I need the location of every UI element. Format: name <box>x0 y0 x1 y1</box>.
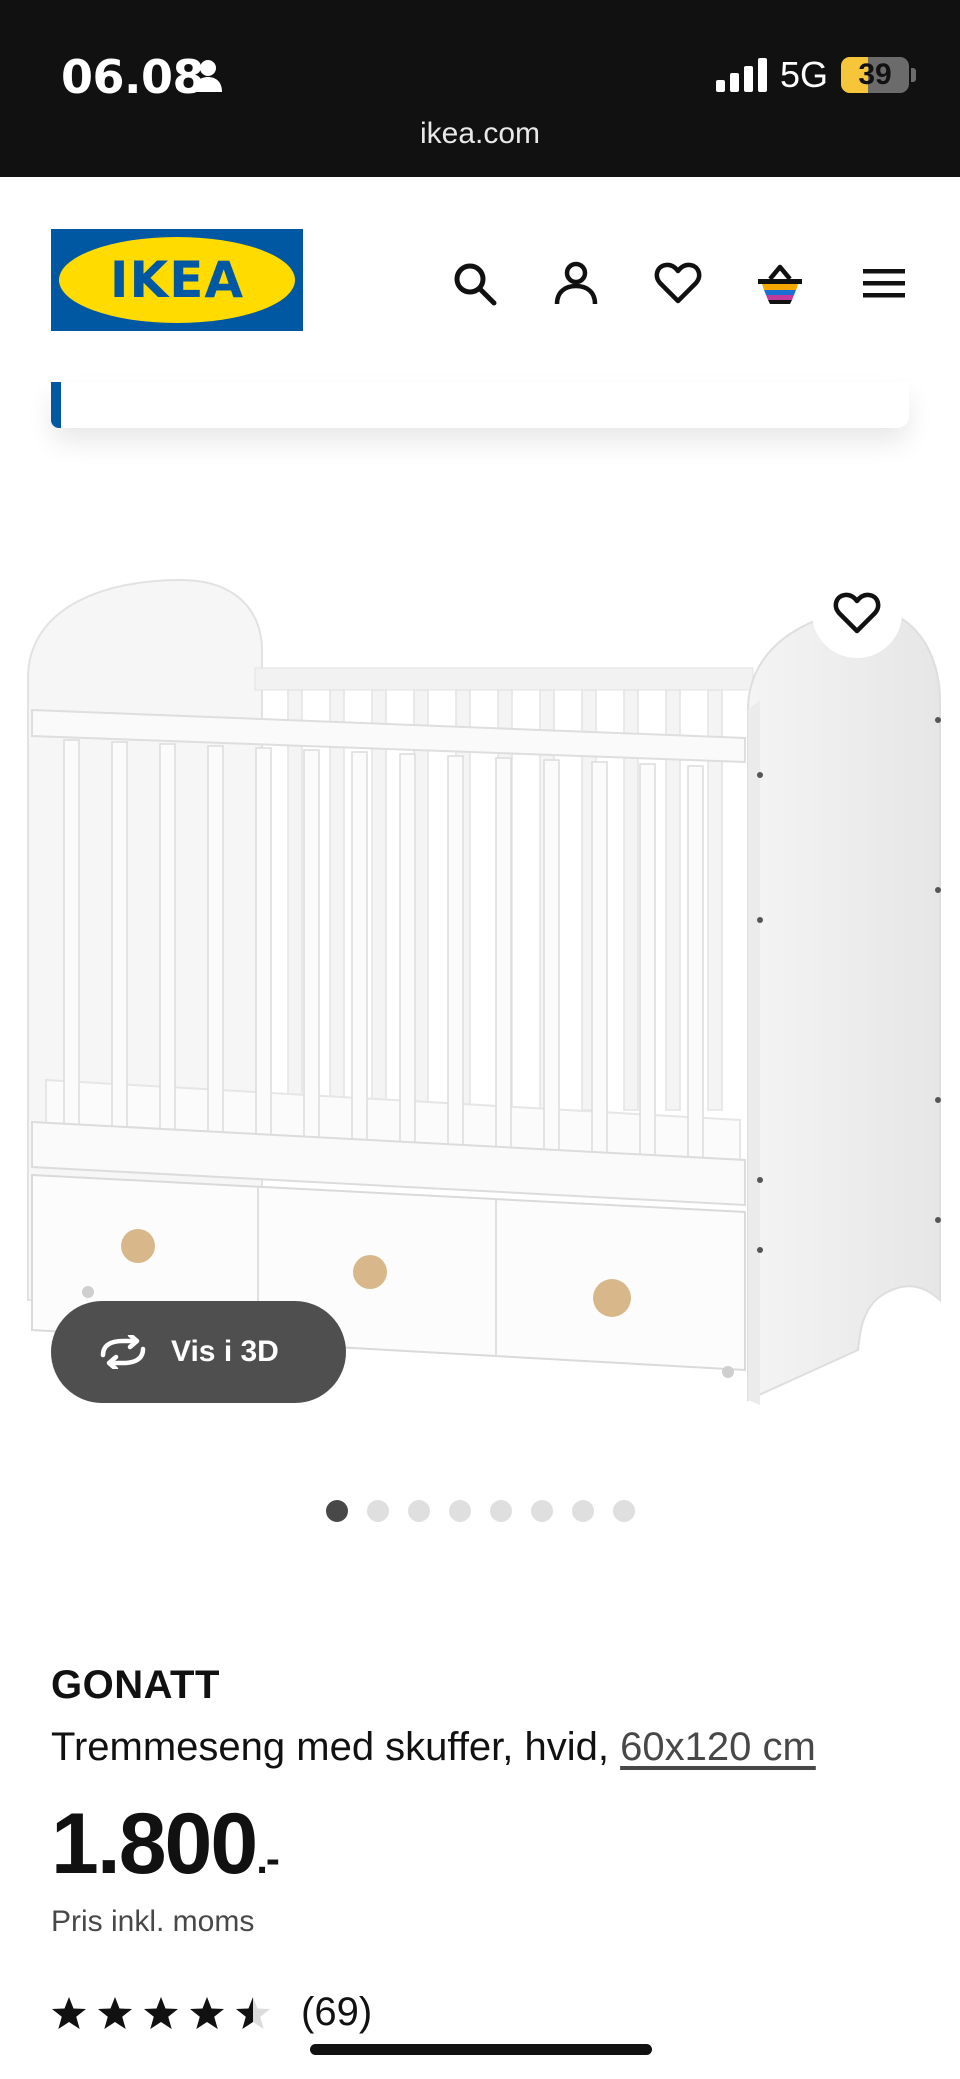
price-suffix: .- <box>256 1835 280 1882</box>
product-description: Tremmeseng med skuffer, hvid, 60x120 cm <box>51 1725 816 1770</box>
battery-level: 39 <box>858 58 892 91</box>
logo-text: IKEA <box>109 251 245 309</box>
heart-icon <box>833 592 881 634</box>
add-to-favorites-button[interactable] <box>812 568 902 658</box>
battery-icon: 39 <box>841 57 909 93</box>
product-description-text: Tremmeseng med skuffer, hvid, <box>51 1725 621 1769</box>
cart-icon[interactable] <box>756 259 804 307</box>
view-in-3d-button[interactable]: Vis i 3D <box>51 1301 346 1403</box>
signal-icon <box>716 58 768 92</box>
url-bar[interactable]: ikea.com <box>0 117 960 151</box>
image-carousel-dots <box>326 1500 635 1522</box>
product-price: 1.800.- <box>51 1795 280 1894</box>
carousel-dot[interactable] <box>408 1500 430 1522</box>
star-icon <box>190 1996 224 2029</box>
review-count[interactable]: (69) <box>301 1990 372 2035</box>
battery-cap <box>911 68 916 82</box>
account-icon[interactable] <box>552 259 600 307</box>
star-icon <box>98 1996 132 2029</box>
menu-icon[interactable] <box>860 259 908 307</box>
carousel-dot[interactable] <box>326 1500 348 1522</box>
carousel-dot[interactable] <box>531 1500 553 1522</box>
view-in-3d-label: Vis i 3D <box>171 1335 279 1368</box>
favorites-icon[interactable] <box>654 259 702 307</box>
carousel-dot[interactable] <box>490 1500 512 1522</box>
price-note: Pris inkl. moms <box>51 1905 255 1938</box>
crib-illustration <box>27 578 941 1405</box>
site-header: IKEA <box>0 177 960 382</box>
rotate-3d-icon <box>100 1335 146 1369</box>
star-icon <box>52 1996 86 2029</box>
status-bar: 06.08 5G 39 ikea.com <box>0 0 960 177</box>
product-rating[interactable]: (69) <box>51 1990 372 2035</box>
search-icon[interactable] <box>450 259 498 307</box>
status-time: 06.08 <box>61 50 205 104</box>
page: 06.08 5G 39 ikea.com IKEA Vis i 3D GONAT… <box>0 0 960 2079</box>
promo-banner[interactable] <box>51 382 909 428</box>
product-name: GONATT <box>51 1663 220 1707</box>
product-image[interactable] <box>0 560 960 1420</box>
carousel-dot[interactable] <box>613 1500 635 1522</box>
ikea-logo[interactable]: IKEA <box>51 229 303 331</box>
logo-oval: IKEA <box>59 237 295 323</box>
star-icon <box>144 1996 178 2029</box>
network-type: 5G <box>780 54 829 95</box>
carousel-dot[interactable] <box>449 1500 471 1522</box>
home-indicator <box>310 2044 652 2055</box>
price-value: 1.800 <box>51 1796 258 1892</box>
star-icon <box>236 1996 270 2029</box>
promo-accent <box>51 382 61 428</box>
product-size-link[interactable]: 60x120 cm <box>620 1725 816 1769</box>
carousel-dot[interactable] <box>367 1500 389 1522</box>
carousel-dot[interactable] <box>572 1500 594 1522</box>
person-icon <box>192 58 224 94</box>
